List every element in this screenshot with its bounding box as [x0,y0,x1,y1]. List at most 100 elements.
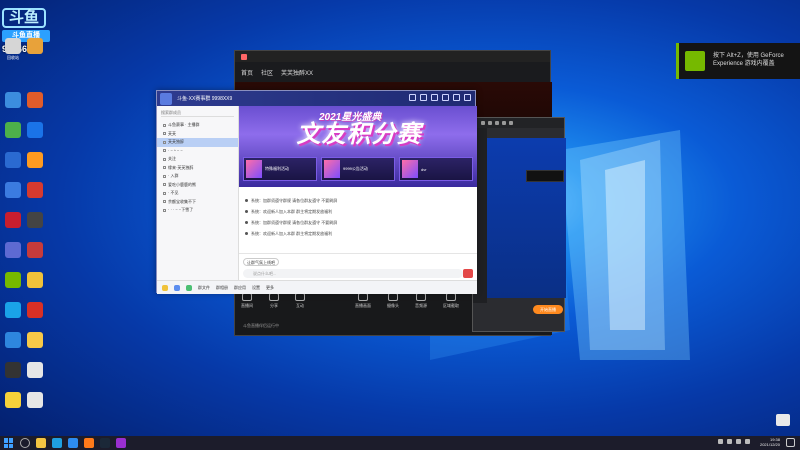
desktop-icon-app-16[interactable] [24,272,46,298]
banner-card[interactable]: 9999公告活动 [321,157,395,181]
group-info-icon[interactable] [409,94,416,101]
desktop-icon-app-23[interactable] [2,392,24,418]
tray-network-icon[interactable] [727,439,732,444]
desktop-icon-app-13[interactable] [2,242,24,268]
app-7-icon [5,152,21,168]
taskbar-explorer-icon[interactable] [36,438,46,448]
start-button[interactable] [4,438,14,448]
tray-chevron-icon[interactable] [718,439,723,444]
desktop-icon-app-8[interactable] [24,152,46,178]
source-audio-button[interactable]: 音频源 [415,293,427,309]
emoji-icon[interactable] [162,284,168,291]
taskbar-qq-icon[interactable] [68,438,78,448]
taskbar-search-icon[interactable] [20,438,30,448]
desktop-icon-app-3[interactable] [2,92,24,118]
taskbar-steam-icon[interactable] [100,438,110,448]
desktop-icon-app-10[interactable] [24,182,46,208]
notification-icon[interactable] [786,438,795,447]
douyu-logo: 斗鱼 [2,8,46,28]
taskbar-app-icon[interactable] [116,438,126,448]
desktop-icon-app-9[interactable] [2,182,24,208]
tree-item[interactable]: 关注 [157,155,238,164]
desktop-icon-app-6[interactable] [24,122,46,148]
member-search-input[interactable]: 搜索群成员 [161,110,234,117]
tree-item[interactable]: · · · ~ ~下雪了 [157,206,238,215]
preview-window[interactable]: 开始直播 [472,117,566,332]
nvidia-logo-icon [685,51,705,71]
tree-item[interactable]: · ~ ^ ~ ~ [157,147,238,156]
footer-item[interactable]: 群应用 [234,285,246,291]
bullet-icon [163,174,166,178]
desktop-icon-app-11[interactable] [2,212,24,238]
nvidia-notification[interactable]: 按下 Alt+Z，使用 GeForce Experience 游戏内覆盖 [676,43,800,79]
minimize-icon[interactable] [453,94,460,101]
gif-icon[interactable] [174,284,180,291]
footer-item[interactable]: 群相册 [216,285,228,291]
footer-item[interactable]: 更多 [266,285,274,291]
bullet-icon [163,132,166,136]
more-icon[interactable] [442,94,449,101]
desktop-icon-recycle-bin[interactable]: 回收站 [2,38,24,64]
source-camera-button[interactable]: 摄像头 [387,293,399,309]
desktop-icon-app-4[interactable] [24,92,46,118]
tree-item[interactable]: 斗鱼赛事 · 主播群 [157,121,238,130]
tree-item-label: 芙芙 [168,130,176,136]
desktop-icon-app-12[interactable] [24,212,46,238]
tab-home[interactable]: 首页 [241,68,253,77]
taskbar-douyu-icon[interactable] [84,438,94,448]
send-button[interactable] [463,269,473,278]
tree-item[interactable]: 余额宝收集不下 [157,198,238,207]
desktop-icon-app-18[interactable] [24,302,46,328]
app-icon[interactable] [431,94,438,101]
source-screen-button[interactable]: 直播画面 [355,293,371,309]
tray-volume-icon[interactable] [736,439,741,444]
tree-item[interactable]: · 不见 [157,189,238,198]
desktop-icon-app-14[interactable] [24,242,46,268]
event-banner[interactable]: 2021星光盛典 文友积分赛 特殊福利活动 9999公告活动 dvr [239,106,477,187]
qq-footer: 群文件 群相册 群应用 设置 更多 [157,280,477,294]
tree-item[interactable]: 芙芙独醉 [157,138,238,147]
desktop-icon-app-7[interactable] [2,152,24,178]
close-icon[interactable] [464,94,471,101]
banner-card[interactable]: dvr [399,157,473,181]
app-9-icon [5,182,21,198]
bullet-icon [163,200,166,204]
system-tray [718,439,750,444]
tab-room[interactable]: 芙芙独醉XX [281,68,313,77]
qq-group-window[interactable]: 斗鱼·XX赛事群 9998XX9 搜索群成员 斗鱼赛事 · 主播群 芙芙 芙芙独醉 ·… [156,90,477,294]
tray-ime-icon[interactable] [745,439,750,444]
side-item-room[interactable]: 直播间 [241,293,253,309]
tree-item[interactable]: 爱吃小鹿鹿的熊 [157,181,238,190]
desktop-icon-app-21[interactable] [2,362,24,388]
desktop-icon-app-2[interactable] [24,38,46,64]
tree-item-label: 芙芙独醉 [168,139,184,145]
banner-card[interactable]: 特殊福利活动 [243,157,317,181]
side-item-interact[interactable]: 互动 [295,293,305,309]
desktop-icon-app-24[interactable] [24,392,46,418]
footer-item[interactable]: 设置 [252,285,260,291]
desktop-icon-app-17[interactable] [2,302,24,328]
screen-share-icon[interactable] [420,94,427,101]
go-live-button[interactable]: 开始直播 [533,305,563,314]
banner-cards: 特殊福利活动 9999公告活动 dvr [239,157,477,181]
desktop-icon-app-20[interactable] [24,332,46,358]
desktop-icon-app-5[interactable] [2,122,24,148]
app-20-icon [27,332,43,348]
tree-item[interactable]: · 入群 [157,172,238,181]
taskbar-edge-icon[interactable] [52,438,62,448]
message-input[interactable]: 说点什么吧... [243,269,463,278]
quick-reply-chip[interactable]: 让群气氛上线吧 [243,258,279,266]
source-region-button[interactable]: 区域截取 [443,293,459,309]
side-item-share[interactable]: 分享 [269,293,279,309]
image-icon[interactable] [186,284,192,291]
desktop-icon-app-19[interactable] [2,332,24,358]
tree-item[interactable]: 芙芙 [157,130,238,139]
tab-community[interactable]: 社区 [261,68,273,77]
desktop-icon-app-22[interactable] [24,362,46,388]
taskbar-clock[interactable]: 19:38 2021/12/20 [760,437,780,447]
app-5-icon [5,122,21,138]
tree-item[interactable]: 缘来·芙芙独醉 [157,164,238,173]
action-center-popup-icon[interactable] [776,414,790,426]
desktop-icon-app-15[interactable] [2,272,24,298]
footer-item[interactable]: 群文件 [198,285,210,291]
